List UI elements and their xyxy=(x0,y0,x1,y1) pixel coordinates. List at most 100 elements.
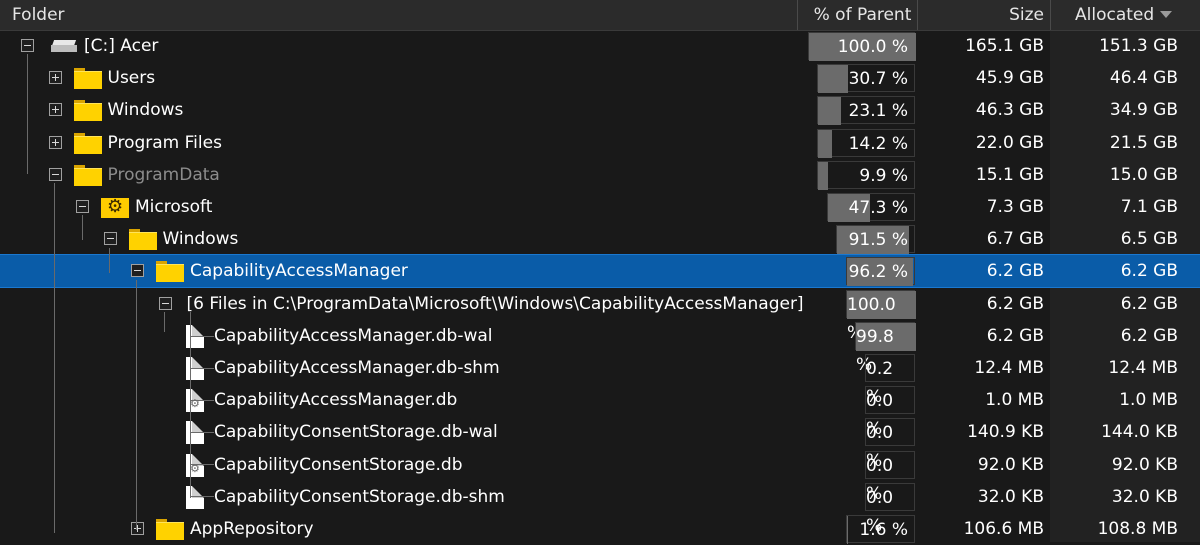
file-icon xyxy=(186,486,204,509)
allocated-value: 144.0 KB xyxy=(1101,422,1178,442)
folder-icon xyxy=(128,229,157,250)
folder-row[interactable]: Program Files 14.2 % 22.0 GB 21.5 GB xyxy=(0,127,1200,159)
allocated-value: 7.1 GB xyxy=(1120,197,1178,217)
column-header-allocated[interactable]: Allocated xyxy=(1050,0,1200,30)
pct-of-parent-cell: 0.0 % xyxy=(865,483,915,536)
collapse-toggle[interactable] xyxy=(21,39,34,52)
file-row[interactable]: CapabilityAccessManager.db-wal 99.8 % 6.2 … xyxy=(0,320,1200,375)
item-name: CapabilityAccessManager xyxy=(190,261,408,281)
collapse-toggle[interactable] xyxy=(103,232,117,245)
pct-of-parent-cell: 47.3 % xyxy=(827,193,915,222)
allocated-value: 151.3 GB xyxy=(1099,36,1178,56)
allocated-value: 6.2 GB xyxy=(1120,294,1178,314)
collapse-toggle[interactable] xyxy=(76,200,89,213)
pct-of-parent-cell: 99.8 % xyxy=(855,322,916,375)
tree-connector-line xyxy=(136,280,137,530)
pct-of-parent-cell: 1.6 % xyxy=(846,515,915,544)
pct-of-parent-cell: 9.9 % xyxy=(817,161,915,190)
item-name: CapabilityConsentStorage.db xyxy=(214,455,463,475)
column-header-allocated-label: Allocated xyxy=(1075,5,1155,25)
pct-of-parent-bar xyxy=(818,130,832,158)
tree-connector-line xyxy=(164,312,165,332)
item-name: CapabilityAccessManager.db-shm xyxy=(214,358,500,378)
folder-icon xyxy=(156,261,184,282)
file-row[interactable]: CapabilityAccessManager.db-shm 0.2 % 12.4 … xyxy=(0,352,1200,407)
column-header-pct-label: % of Parent xyxy=(813,5,912,25)
size-value: 6.7 GB xyxy=(986,229,1044,249)
gear-folder-icon: ⚙ xyxy=(101,195,129,219)
pct-of-parent-value: 96.2 % xyxy=(848,262,908,282)
item-name: Users xyxy=(107,68,156,88)
file-row[interactable]: CapabilityConsentStorage.db-shm 0.0 % 32.0… xyxy=(0,481,1200,536)
tree-connector-line xyxy=(54,183,55,533)
pct-of-parent-cell: 100.0 % xyxy=(846,290,916,343)
size-value: 140.9 KB xyxy=(967,422,1044,442)
tree-connector-line xyxy=(109,248,110,273)
expand-toggle[interactable] xyxy=(48,71,62,84)
column-header-folder[interactable]: Folder xyxy=(12,0,792,30)
collapse-toggle[interactable] xyxy=(131,264,144,277)
pct-of-parent-cell: 96.2 % xyxy=(846,257,915,286)
size-value: 15.1 GB xyxy=(975,165,1044,185)
pct-of-parent-value: 100.0 % xyxy=(847,295,896,343)
column-header-pct-parent[interactable]: % of Parent xyxy=(797,0,917,30)
folder-icon xyxy=(156,519,184,540)
pct-of-parent-value: 0.0 % xyxy=(866,423,894,471)
size-value: 165.1 GB xyxy=(965,36,1044,56)
expand-toggle[interactable] xyxy=(131,522,144,535)
tree-connector-line xyxy=(190,400,214,401)
folder-row[interactable]: [C:] Acer 100.0 % 165.1 GB 151.3 GB xyxy=(0,30,1200,62)
folder-row[interactable]: AppRepository 1.6 % 106.6 MB 108.8 MB xyxy=(0,513,1200,545)
item-name: Windows xyxy=(107,100,184,120)
folder-icon xyxy=(73,68,102,89)
allocated-value: 32.0 KB xyxy=(1111,487,1178,507)
pct-of-parent-cell: 0.0 % xyxy=(865,386,915,439)
pct-of-parent-value: 100.0 % xyxy=(837,37,908,57)
size-value: 6.2 GB xyxy=(986,326,1044,346)
allocated-value: 1.0 MB xyxy=(1119,390,1178,410)
folder-row[interactable]: Windows 91.5 % 6.7 GB 6.5 GB xyxy=(0,223,1200,255)
pct-of-parent-cell: 23.1 % xyxy=(817,96,915,125)
item-name: [C:] Acer xyxy=(84,36,159,56)
tree-connector-line xyxy=(190,336,214,337)
pct-of-parent-value: 0.0 % xyxy=(866,456,894,504)
size-value: 22.0 GB xyxy=(975,133,1044,153)
expand-toggle[interactable] xyxy=(48,136,62,149)
item-name: Program Files xyxy=(107,133,222,153)
folder-icon xyxy=(73,165,102,186)
size-value: 7.3 GB xyxy=(986,197,1044,217)
pct-of-parent-bar xyxy=(818,162,828,190)
folder-row[interactable]: Windows 23.1 % 46.3 GB 34.9 GB xyxy=(0,94,1200,126)
collapse-toggle[interactable] xyxy=(158,297,172,310)
item-name: CapabilityAccessManager.db xyxy=(214,390,458,410)
folder-row[interactable]: ProgramData 9.9 % 15.1 GB 15.0 GB xyxy=(0,159,1200,191)
allocated-value: 15.0 GB xyxy=(1109,165,1178,185)
file-row[interactable]: ⚙ CapabilityConsentStorage.db 0.0 % 92.0 KB… xyxy=(0,449,1200,504)
pct-of-parent-cell: 0.0 % xyxy=(865,451,915,504)
collapse-toggle[interactable] xyxy=(48,168,62,181)
pct-of-parent-cell: 100.0 % xyxy=(808,32,916,61)
size-value: 12.4 MB xyxy=(974,358,1044,378)
pct-of-parent-value: 9.9 % xyxy=(859,166,908,186)
file-row[interactable]: CapabilityConsentStorage.db-wal 0.0 % 140.… xyxy=(0,416,1200,471)
pct-of-parent-value: 91.5 % xyxy=(848,230,908,250)
folder-row[interactable]: CapabilityAccessManager 96.2 % 6.2 GB 6.2 G… xyxy=(0,254,1200,288)
settings-file-icon: ⚙ xyxy=(186,454,204,477)
allocated-value: 6.5 GB xyxy=(1120,229,1178,249)
folder-row[interactable]: Users 30.7 % 45.9 GB 46.4 GB xyxy=(0,62,1200,94)
tree-connector-line xyxy=(190,368,214,369)
pct-of-parent-value: 99.8 % xyxy=(856,327,894,375)
size-value: 106.6 MB xyxy=(963,519,1044,539)
pct-of-parent-value: 47.3 % xyxy=(848,198,908,218)
pct-of-parent-value: 30.7 % xyxy=(848,69,908,89)
pct-of-parent-cell: 0.0 % xyxy=(865,418,915,471)
folder-row[interactable]: ⚙ Microsoft 47.3 % 7.3 GB 7.1 GB xyxy=(0,191,1200,223)
column-header-size[interactable]: Size xyxy=(917,0,1050,30)
folder-row[interactable]: [6 Files in C:\ProgramData\Microsoft\Win… xyxy=(0,288,1200,343)
item-name: [6 Files in C:\ProgramData\Microsoft\Win… xyxy=(186,294,804,314)
column-header-folder-label: Folder xyxy=(12,5,65,25)
pct-of-parent-value: 14.2 % xyxy=(848,134,908,154)
expand-toggle[interactable] xyxy=(48,103,62,116)
pct-of-parent-value: 1.6 % xyxy=(859,520,908,540)
file-row[interactable]: ⚙ CapabilityAccessManager.db 0.0 % 1.0 MB 1.… xyxy=(0,384,1200,439)
